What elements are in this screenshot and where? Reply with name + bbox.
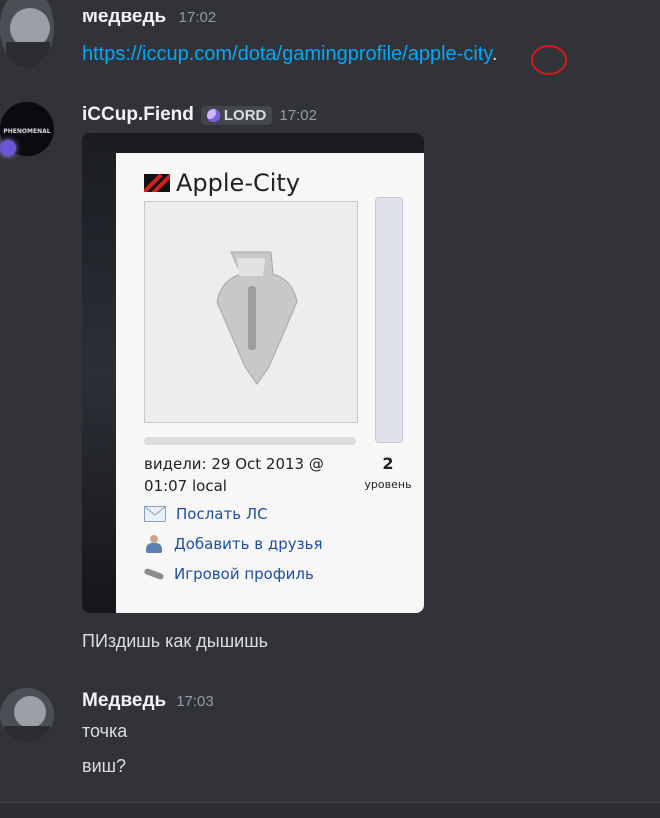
avatar-decoration [0, 140, 16, 156]
profile-name: Apple-City [176, 169, 301, 197]
trophy-icon [216, 251, 298, 385]
flag-icon [144, 174, 170, 192]
progress-bar [144, 437, 356, 445]
action-label: Игровой профиль [174, 565, 314, 583]
timestamp: 17:02 [178, 12, 217, 26]
message-text: ПИздишь как дышишь [82, 631, 269, 651]
username[interactable]: Медведь [82, 690, 166, 712]
username[interactable]: iCCup.Fiend [82, 104, 194, 126]
level-bar [375, 197, 403, 443]
badge-label: LORD [223, 106, 267, 124]
profile-link[interactable]: https://iccup.com/dota/gamingprofile/app… [82, 43, 492, 65]
moon-icon [206, 108, 220, 122]
message-line: точка [82, 721, 128, 741]
bottom-divider [0, 802, 660, 818]
message-header-3: Медведь 17:03 [82, 690, 214, 712]
avatar-medved-2[interactable] [0, 688, 54, 742]
avatar-text: PHENOMENAL [3, 128, 50, 135]
profile-portrait [144, 201, 358, 423]
action-send-message[interactable]: Послать ЛС [144, 505, 268, 523]
profile-card: Apple-City видели: 29 Oct 2013 @ 01:07 l… [116, 153, 424, 613]
action-game-profile[interactable]: Игровой профиль [143, 565, 314, 583]
add-friend-icon [144, 535, 164, 553]
mail-icon [144, 506, 166, 522]
embed-background-strip [82, 133, 116, 613]
link-suffix: . [491, 43, 498, 65]
role-badge[interactable]: LORD [200, 105, 273, 125]
action-add-friend[interactable]: Добавить в друзья [144, 535, 323, 553]
profile-embed-image[interactable]: Apple-City видели: 29 Oct 2013 @ 01:07 l… [82, 133, 424, 613]
message-header-1: Медведь 17:02 [82, 12, 216, 32]
annotation-circle [531, 45, 567, 75]
avatar-medved-1[interactable] [0, 0, 54, 68]
level-number: 2 [382, 454, 394, 473]
message-line: виш? [82, 756, 127, 776]
username[interactable]: Медведь [82, 12, 166, 27]
last-seen-text: видели: 29 Oct 2013 @ 01:07 local [144, 455, 324, 495]
timestamp: 17:03 [176, 693, 214, 710]
level-label: уровень [364, 478, 412, 491]
message-content-1: https://iccup.com/dota/gamingprofile/app… [82, 43, 497, 66]
profile-title-row: Apple-City [144, 169, 300, 197]
action-label: Добавить в друзья [174, 535, 323, 553]
timestamp: 17:02 [279, 106, 317, 124]
message-header-2: iCCup.Fiend LORD 17:02 [82, 104, 317, 126]
action-label: Послать ЛС [176, 505, 268, 523]
game-profile-icon [143, 567, 165, 581]
